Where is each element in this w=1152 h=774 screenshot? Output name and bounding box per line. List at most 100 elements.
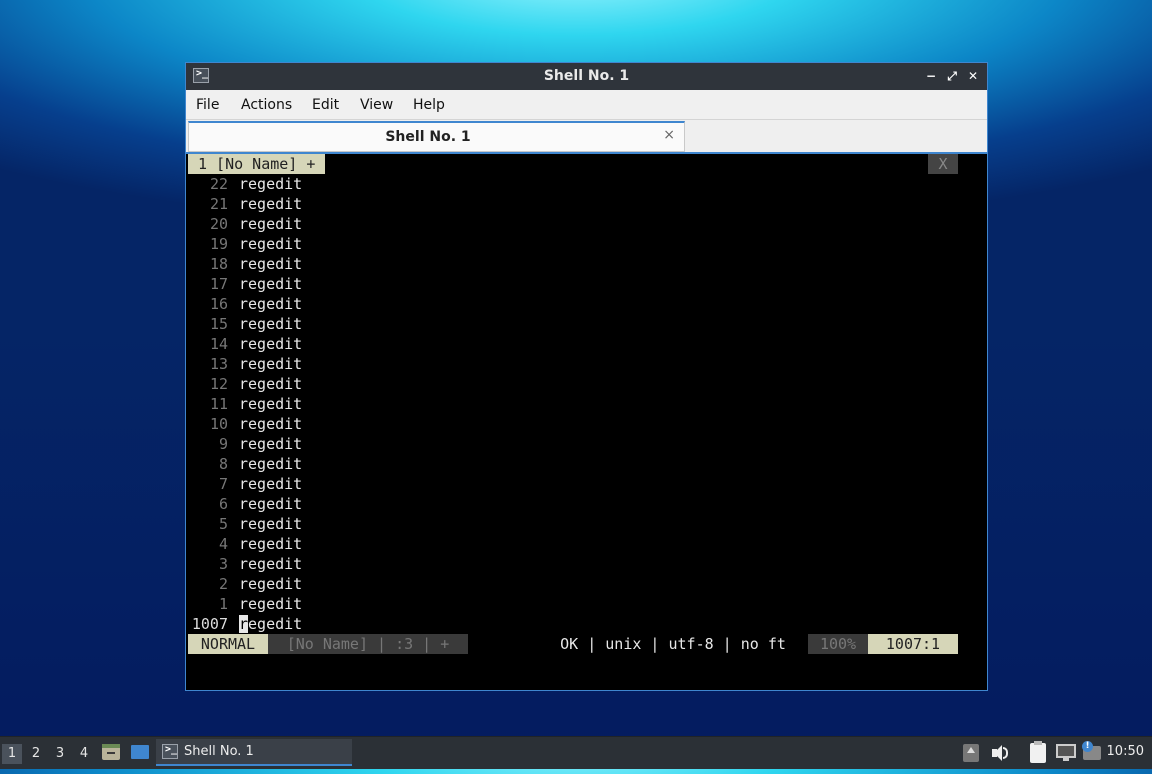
- editor-line: 20 regedit: [188, 214, 302, 234]
- minimize-button[interactable]: −: [922, 68, 940, 84]
- editor-line: 10 regedit: [188, 414, 302, 434]
- editor-line: 21 regedit: [188, 194, 302, 214]
- line-text: regedit: [239, 175, 303, 193]
- editor-line: 9 regedit: [188, 434, 302, 454]
- editor-line: 3 regedit: [188, 554, 302, 574]
- line-text: regedit: [239, 255, 303, 273]
- current-line-number: 1007: [191, 615, 228, 633]
- cursor: r: [239, 615, 249, 633]
- editor-line: 17 regedit: [188, 274, 302, 294]
- menu-help[interactable]: Help: [413, 97, 445, 113]
- tab-close-icon[interactable]: ×: [663, 127, 675, 143]
- maximize-button[interactable]: ⤢: [943, 68, 961, 84]
- line-text: regedit: [239, 315, 303, 333]
- line-text: regedit: [239, 335, 303, 353]
- line-number: 17: [209, 275, 228, 293]
- editor-line: 12 regedit: [188, 374, 302, 394]
- menu-file[interactable]: File: [196, 97, 219, 113]
- line-text: regedit: [239, 475, 303, 493]
- editor-line: 7 regedit: [188, 474, 302, 494]
- terminal-icon: >_: [162, 744, 178, 759]
- workspace-1[interactable]: 1: [2, 744, 22, 764]
- clock: 10:50: [1106, 744, 1144, 759]
- line-number: 20: [209, 215, 228, 233]
- buffer-close-button[interactable]: X: [928, 154, 958, 174]
- line-number: 18: [209, 255, 228, 273]
- line-text: regedit: [239, 415, 303, 433]
- line-text: regedit: [239, 355, 303, 373]
- line-text: regedit: [239, 195, 303, 213]
- line-text: regedit: [239, 235, 303, 253]
- line-number: 4: [218, 535, 228, 553]
- line-text: regedit: [239, 555, 303, 573]
- workspace-3[interactable]: 3: [50, 744, 70, 764]
- line-number: 3: [218, 555, 228, 573]
- current-line-text: egedit: [248, 615, 303, 633]
- line-number: 22: [209, 175, 228, 193]
- tray-up-icon[interactable]: [962, 740, 980, 766]
- terminal-window: >_ Shell No. 1 − ⤢ ✕ File Actions Edit V…: [185, 62, 988, 691]
- editor-line: 18 regedit: [188, 254, 302, 274]
- tab-bar: Shell No. 1 ×: [186, 120, 987, 153]
- workspace-2[interactable]: 2: [26, 744, 46, 764]
- network-icon[interactable]: [1055, 740, 1077, 766]
- menu-view[interactable]: View: [360, 97, 393, 113]
- menu-edit[interactable]: Edit: [312, 97, 339, 113]
- current-line: 1007 regedit: [188, 614, 302, 634]
- vim-statusline: NORMAL [No Name] | :3 | + OK | unix | ut…: [188, 634, 985, 654]
- line-number: 2: [218, 575, 228, 593]
- line-number: 10: [209, 415, 228, 433]
- close-button[interactable]: ✕: [964, 68, 982, 84]
- taskbar-task-shell[interactable]: >_ Shell No. 1: [156, 739, 352, 766]
- window-title: Shell No. 1: [543, 68, 630, 84]
- desktop-icon[interactable]: [130, 740, 150, 766]
- line-text: regedit: [239, 395, 303, 413]
- menu-actions[interactable]: Actions: [241, 97, 292, 113]
- file-manager-icon[interactable]: [101, 740, 121, 766]
- line-text: regedit: [239, 375, 303, 393]
- status-position: 1007:1: [868, 634, 958, 654]
- volume-icon[interactable]: [990, 740, 1010, 766]
- editor-line: 8 regedit: [188, 454, 302, 474]
- line-number: 7: [218, 475, 228, 493]
- line-text: regedit: [239, 515, 303, 533]
- tab-label: Shell No. 1: [385, 129, 471, 145]
- editor-line: 22 regedit: [188, 174, 302, 194]
- editor-line: 11 regedit: [188, 394, 302, 414]
- line-text: regedit: [239, 575, 303, 593]
- taskbar: 1 2 3 4 >_ Shell No. 1 ! 10:50: [0, 736, 1152, 769]
- editor-line: 19 regedit: [188, 234, 302, 254]
- terminal-area[interactable]: 1 [No Name] + X 22 regedit 21 regedit 20 rege…: [188, 154, 985, 690]
- line-text: regedit: [239, 495, 303, 513]
- tab-shell-1[interactable]: Shell No. 1 ×: [188, 121, 685, 152]
- line-text: regedit: [239, 535, 303, 553]
- window-titlebar[interactable]: >_ Shell No. 1 − ⤢ ✕: [186, 63, 987, 90]
- line-number: 14: [209, 335, 228, 353]
- line-text: regedit: [239, 215, 303, 233]
- status-mode: NORMAL: [188, 634, 268, 654]
- line-number: 11: [209, 395, 228, 413]
- editor-line: 16 regedit: [188, 294, 302, 314]
- editor-line: 15 regedit: [188, 314, 302, 334]
- clipboard-icon[interactable]: [1028, 740, 1048, 766]
- line-number: 1: [218, 595, 228, 613]
- menubar: File Actions Edit View Help: [186, 90, 987, 120]
- editor-line: 6 regedit: [188, 494, 302, 514]
- editor-line: 13 regedit: [188, 354, 302, 374]
- line-number: 19: [209, 235, 228, 253]
- line-number: 12: [209, 375, 228, 393]
- line-number: 9: [218, 435, 228, 453]
- line-number: 15: [209, 315, 228, 333]
- editor-line: 1 regedit: [188, 594, 302, 614]
- line-text: regedit: [239, 295, 303, 313]
- line-number: 5: [218, 515, 228, 533]
- line-number: 13: [209, 355, 228, 373]
- notification-icon[interactable]: !: [1082, 740, 1102, 766]
- line-number: 6: [218, 495, 228, 513]
- editor-line: 14 regedit: [188, 334, 302, 354]
- line-text: regedit: [239, 595, 303, 613]
- workspace-4[interactable]: 4: [74, 744, 94, 764]
- editor-line: 4 regedit: [188, 534, 302, 554]
- line-number: 8: [218, 455, 228, 473]
- buffer-tab[interactable]: 1 [No Name] +: [188, 154, 326, 174]
